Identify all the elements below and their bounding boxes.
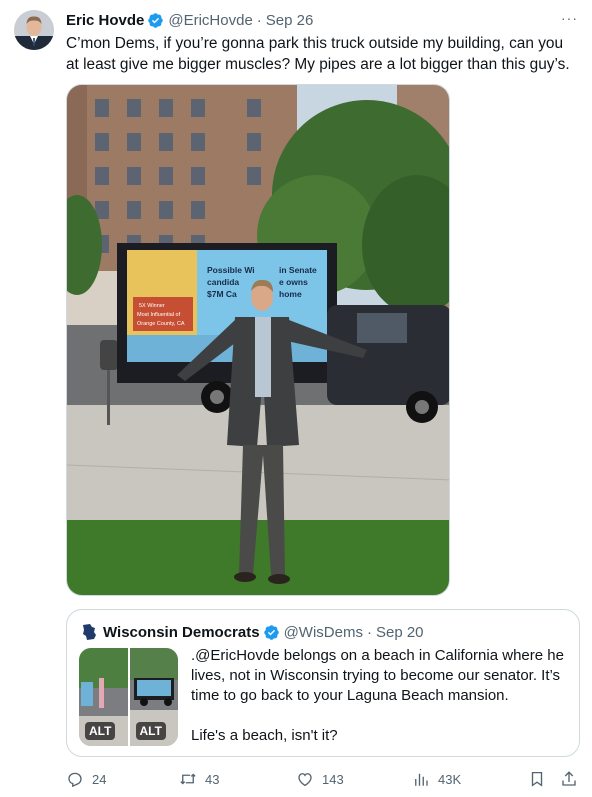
reply-button[interactable]: 24 [66,768,106,790]
tweet-photo[interactable]: Possible Wi in Senate candida e owns $7M… [66,84,450,596]
quoted-thumbnail-1[interactable]: ALT [79,648,128,746]
quoted-tweet-date[interactable]: Sep 20 [376,624,424,641]
more-options-button[interactable]: ··· [561,10,578,26]
repost-button[interactable]: 43 [179,768,219,790]
quoted-author-handle[interactable]: @WisDems [284,624,363,641]
like-count: 143 [322,771,344,787]
quoted-text-paragraph-1: .@EricHovde belongs on a beach in Califo… [191,647,564,704]
reply-icon [68,772,82,788]
tweet-header: Eric Hovde @EricHovde · Sep 26 ··· [66,10,578,30]
share-icon [562,771,576,786]
author-name[interactable]: Eric Hovde [66,12,144,29]
quoted-tweet-text: .@EricHovde belongs on a beach in Califo… [191,646,571,746]
views-count: 43K [438,771,462,787]
sign-line-3b: home [279,289,302,299]
sign-line-1b: in Senate [279,265,317,275]
quoted-header-separator: · [366,623,372,641]
quoted-media[interactable]: ALT ALT [79,648,178,746]
sign-line-1: Possible Wi [207,265,255,275]
alt-badge-1[interactable]: ALT [85,722,116,740]
quoted-tweet-header: Wisconsin Democrats @WisDems · Sep 20 [79,622,424,642]
bookmark-button[interactable] [528,768,546,790]
sign-tag-3: Orange County, CA [137,321,185,327]
author-avatar[interactable] [14,10,54,50]
alt-badge-2[interactable]: ALT [135,722,166,740]
bookmark-icon [531,771,543,787]
tweet-photo-image: Possible Wi in Senate candida e owns $7M… [67,85,449,595]
reply-count: 24 [92,771,107,787]
views-button[interactable]: 43K [412,768,461,790]
share-button[interactable] [560,768,578,790]
quoted-text-paragraph-2: Life's a beach, isn't it? [191,727,338,744]
sign-line-2b: e owns [279,277,308,287]
wisconsin-democrats-logo-icon[interactable] [79,622,99,642]
author-avatar-image [14,10,54,50]
quoted-thumbnail-2[interactable]: ALT [129,648,178,746]
sign-line-3: $7M Ca [207,289,237,299]
quoted-verified-badge-icon[interactable] [263,624,280,641]
sign-line-2: candida [207,277,239,287]
verified-badge-icon[interactable] [147,12,164,29]
sign-tag-1: 5X Winner [139,303,165,309]
tweet-date[interactable]: Sep 26 [266,12,314,29]
like-button[interactable]: 143 [296,768,344,790]
author-handle[interactable]: @EricHovde [168,12,252,29]
tweet-action-bar: 24 43 143 43K [66,768,580,790]
heart-icon [298,773,312,787]
sign-tag-2: Most Influential of [137,312,181,318]
repost-icon [180,773,196,785]
repost-count: 43 [205,771,220,787]
views-chart-icon [415,773,428,786]
quoted-author-name[interactable]: Wisconsin Democrats [103,624,260,641]
tweet-text: C’mon Dems, if you’re gonna park this tr… [66,35,570,73]
quoted-tweet[interactable]: Wisconsin Democrats @WisDems · Sep 20 AL… [66,609,580,757]
header-separator: · [256,11,262,29]
